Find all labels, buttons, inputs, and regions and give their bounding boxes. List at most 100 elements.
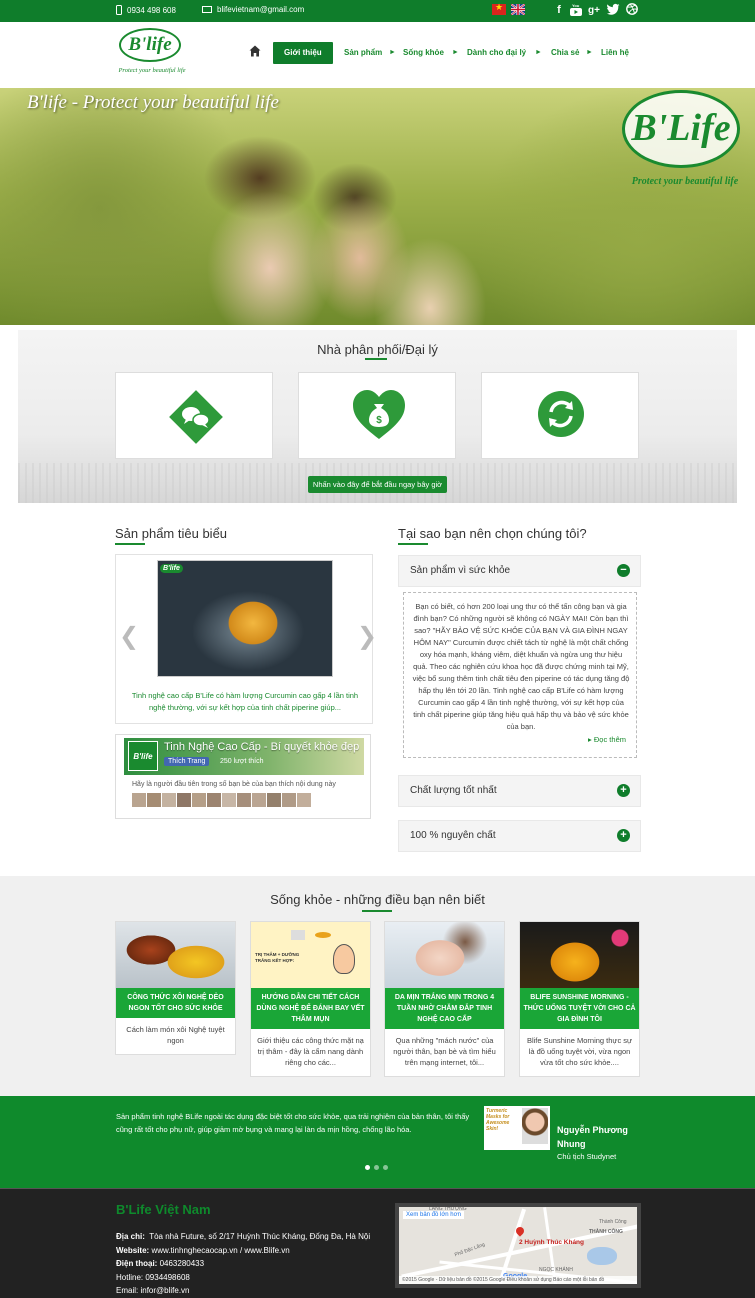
avatar[interactable] [177,793,191,807]
refresh-cycle-icon [538,391,584,437]
site-footer: B'Life Việt Nam Địa chỉ: Tòa nhà Future,… [0,1188,755,1298]
larger-map-link[interactable]: Xem bản đồ lớn hơn [403,1211,464,1219]
hero-logo-text: B'Life [622,90,740,168]
facebook-icon[interactable]: f [554,3,564,18]
article-title[interactable]: Hướng dẫn chi tiết cách dùng nghệ để đán… [251,988,370,1029]
accordion-label: Chất lượng tốt nhất [410,785,497,796]
footer-title: B'Life Việt Nam [116,1202,211,1217]
avatar[interactable] [282,793,296,807]
nav-lien-he[interactable]: Liên hệ [601,42,629,64]
article-card[interactable]: Blife Sunshine Morning - Thức uống tuyệt… [519,921,640,1077]
product-image[interactable]: B'life [157,560,333,677]
map-pin-label: 2 Huỳnh Thúc Kháng [519,1239,584,1246]
nav-gioi-thieu[interactable]: Giới thiệu [273,42,333,64]
title-underline [115,543,145,545]
twitter-icon[interactable] [606,3,620,18]
email-label: Email: [116,1286,139,1295]
avatar[interactable] [297,793,311,807]
facebook-page-widget: B'life Tinh Nghệ Cao Cấp - Bí quyết khỏe… [115,734,371,819]
logo-tagline: Protect your beautiful life [118,67,186,74]
article-card[interactable]: Da mịn trắng mịn trong 4 tuần nhờ chăm đ… [384,921,505,1077]
facebook-cover[interactable]: B'life Tinh Nghệ Cao Cấp - Bí quyết khỏe… [124,738,364,775]
facebook-like-button[interactable]: Thích Trang [164,757,210,766]
website-value[interactable]: www.tinhnghecaocap.vn / www.Blife.vn [151,1246,289,1255]
avatar[interactable] [162,793,176,807]
avatar[interactable] [222,793,236,807]
site-header: B'life Protect your beautiful life Giới … [0,22,755,88]
dribbble-icon[interactable] [626,3,638,18]
carousel-dots [365,1165,388,1170]
article-image[interactable] [385,922,504,988]
article-image[interactable]: TRỊ THÂM + DƯỠNG TRẮNG KẾT HỢP: [251,922,370,988]
article-card[interactable]: TRỊ THÂM + DƯỠNG TRẮNG KẾT HỢP: Hướng dẫ… [250,921,371,1077]
map-footer[interactable]: ©2015 Google - Dữ liệu bản đồ ©2015 Goog… [399,1276,637,1284]
google-plus-icon[interactable]: g+ [587,3,601,18]
hotline-label: Hotline: [116,1272,144,1282]
avatar[interactable] [207,793,221,807]
avatar[interactable] [237,793,251,807]
avatar[interactable] [267,793,281,807]
website-label: Website: [116,1245,150,1255]
next-arrow-icon[interactable]: ❯ [357,625,377,649]
distributor-card-refresh[interactable] [481,372,639,459]
nav-san-pham[interactable]: Sản phẩm [344,42,382,64]
accordion-panel: Bạn có biết, có hơn 200 loại ung thư có … [403,592,637,758]
article-desc: Cách làm món xôi Nghệ tuyệt ngon [126,1025,225,1045]
email-value[interactable]: infor@blife.vn [140,1286,189,1295]
home-icon[interactable] [249,45,261,57]
google-map[interactable]: Xem bản đồ lớn hơn LÁNG THƯỢNG Phố Đặc L… [395,1203,641,1288]
avatar[interactable] [252,793,266,807]
expand-icon[interactable]: + [617,829,630,842]
read-more-link[interactable]: ▸ Đọc thêm [588,735,626,744]
facebook-page-name[interactable]: Tinh Nghệ Cao Cấp - Bí quyết khỏe đẹp [164,741,359,753]
nav-danh-cho-dai-ly[interactable]: Dành cho đại lý [467,42,526,64]
facebook-friends-text: Hãy là người đầu tiên trong số bạn bè củ… [132,781,336,788]
avatar[interactable] [132,793,146,807]
article-image[interactable] [520,922,639,988]
topbar-phone[interactable]: 0934 498 608 [116,5,176,15]
product-caption[interactable]: Tinh nghệ cao cấp B'Life có hàm lượng Cu… [126,690,364,714]
topbar-email-text: blifevietnam@gmail.com [217,5,305,14]
footer-contact: Địa chỉ: Tòa nhà Future, số 2/17 Huỳnh T… [116,1230,370,1298]
carousel-dot[interactable] [374,1165,379,1170]
article-image[interactable] [116,922,235,988]
product-slider: B'life ❮ ❯ Tinh nghệ cao cấp B'Life có h… [115,554,377,724]
testimonial-image-text: Turmeric Masks for Awesome Skin! [486,1108,510,1132]
nav-chia-se[interactable]: Chia sẻ [551,42,579,64]
nav-arrow-icon: ► [535,49,542,56]
site-logo[interactable]: B'life Protect your beautiful life [116,28,186,80]
youtube-icon[interactable]: You [570,3,582,18]
map-label: NGỌC KHÁNH [539,1267,573,1273]
distributor-card-money[interactable]: $ [298,372,456,459]
accordion-label: Sản phẩm vì sức khỏe [410,565,511,576]
article-card[interactable]: Công thức xôi nghệ dẻo ngon tốt cho sức … [115,921,236,1055]
collapse-icon[interactable]: − [617,564,630,577]
distributor-section: Nhà phân phối/Đại lý $ Nhấn vào đây để b… [18,330,737,503]
hero-logo: B'Life Protect your beautiful life [620,88,745,198]
top-bar: 0934 498 608 blifevietnam@gmail.com f Yo… [0,0,755,22]
accordion-item-quality[interactable]: Chất lượng tốt nhất + [398,775,641,807]
accordion-item-pure[interactable]: 100 % nguyên chất + [398,820,641,852]
distributor-card-chat[interactable] [115,372,273,459]
prev-arrow-icon[interactable]: ❮ [119,625,139,649]
carousel-dot[interactable] [365,1165,370,1170]
article-title[interactable]: Blife Sunshine Morning - Thức uống tuyệt… [520,988,639,1029]
why-title: Tại sao bạn nên chọn chúng tôi? [398,526,587,541]
expand-icon[interactable]: + [617,784,630,797]
facebook-friend-avatars [132,793,311,807]
nav-arrow-icon: ► [389,49,396,56]
article-title[interactable]: Da mịn trắng mịn trong 4 tuần nhờ chăm đ… [385,988,504,1029]
map-label: Thành Công [599,1219,627,1225]
chat-bubbles-icon [169,390,223,444]
accordion-item-health[interactable]: Sản phẩm vì sức khỏe − [398,555,641,587]
flag-vietnam-icon[interactable] [492,2,506,15]
svg-text:$: $ [376,415,382,426]
topbar-email[interactable]: blifevietnam@gmail.com [202,5,304,14]
avatar[interactable] [192,793,206,807]
article-title[interactable]: Công thức xôi nghệ dẻo ngon tốt cho sức … [116,988,235,1018]
flag-uk-icon[interactable] [511,4,525,15]
nav-song-khoe[interactable]: Sống khỏe [403,42,444,64]
avatar[interactable] [147,793,161,807]
carousel-dot[interactable] [383,1165,388,1170]
start-now-button[interactable]: Nhấn vào đây để bắt đầu ngay bây giờ [308,476,447,493]
